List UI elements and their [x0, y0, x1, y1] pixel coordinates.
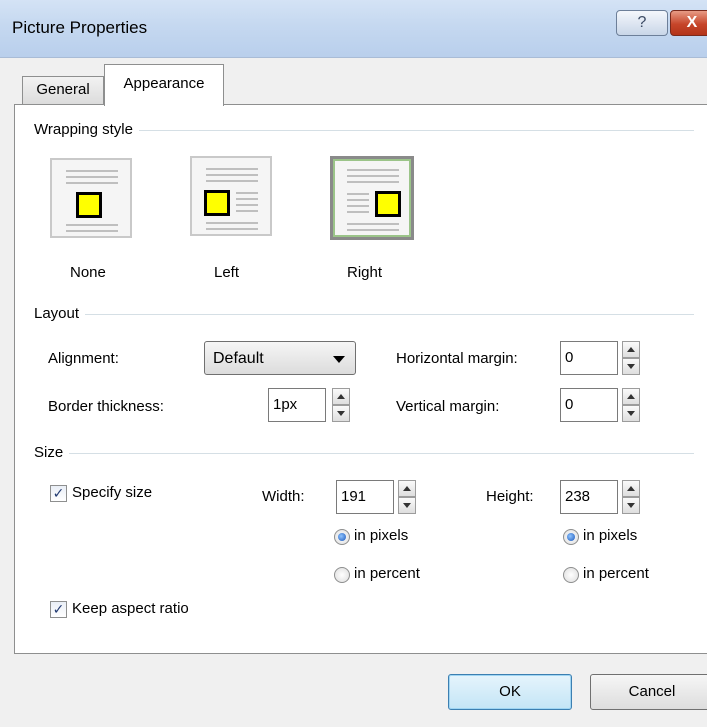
- wrap-right-label: Right: [347, 264, 383, 281]
- width-label: Width:: [262, 488, 305, 505]
- width-in-percent-radio[interactable]: [334, 567, 350, 583]
- horizontal-margin-label: Horizontal margin:: [396, 350, 518, 367]
- horizontal-margin-spinner[interactable]: [622, 341, 640, 375]
- height-in-percent-label: in percent: [583, 565, 649, 582]
- picture-icon: [375, 191, 401, 217]
- spin-up-icon[interactable]: [332, 388, 350, 405]
- title-bar: Picture Properties ? X: [0, 0, 707, 58]
- help-icon: ?: [637, 14, 647, 31]
- height-input[interactable]: 238: [560, 480, 618, 514]
- wrap-left-option[interactable]: [190, 156, 272, 236]
- layout-divider: [34, 314, 694, 315]
- vertical-margin-input[interactable]: 0: [560, 388, 618, 422]
- horizontal-margin-input[interactable]: 0: [560, 341, 618, 375]
- tab-general[interactable]: General: [22, 76, 104, 104]
- spin-down-icon[interactable]: [398, 497, 416, 514]
- wrap-left-label: Left: [214, 264, 240, 281]
- specify-size-label: Specify size: [72, 484, 153, 501]
- height-in-percent-radio[interactable]: [563, 567, 579, 583]
- height-label: Height:: [486, 488, 534, 505]
- help-button[interactable]: ?: [616, 10, 668, 36]
- vertical-margin-spinner[interactable]: [622, 388, 640, 422]
- vertical-margin-label: Vertical margin:: [396, 398, 500, 415]
- height-in-pixels-label: in pixels: [583, 527, 638, 544]
- picture-icon: [76, 192, 102, 218]
- spin-up-icon[interactable]: [398, 480, 416, 497]
- width-input[interactable]: 191: [336, 480, 394, 514]
- spin-down-icon[interactable]: [622, 497, 640, 514]
- border-thickness-label: Border thickness:: [48, 398, 164, 415]
- spin-down-icon[interactable]: [622, 405, 640, 422]
- width-in-pixels-radio[interactable]: [334, 529, 350, 545]
- size-divider: [34, 453, 694, 454]
- width-spinner[interactable]: [398, 480, 416, 514]
- ok-button[interactable]: OK: [448, 674, 572, 710]
- border-thickness-input[interactable]: 1px: [268, 388, 326, 422]
- layout-header: Layout: [34, 305, 86, 322]
- specify-size-checkbox[interactable]: ✓: [50, 485, 67, 502]
- wrapping-style-header: Wrapping style: [34, 121, 139, 138]
- alignment-label: Alignment:: [48, 350, 119, 367]
- keep-aspect-ratio-label: Keep aspect ratio: [72, 600, 189, 617]
- wrap-right-option[interactable]: [330, 156, 414, 240]
- chevron-down-icon: [333, 356, 345, 363]
- window-title: Picture Properties: [12, 18, 148, 37]
- size-header: Size: [34, 444, 70, 461]
- spin-down-icon[interactable]: [332, 405, 350, 422]
- spin-up-icon[interactable]: [622, 480, 640, 497]
- spin-up-icon[interactable]: [622, 388, 640, 405]
- wrap-none-option[interactable]: [50, 158, 132, 238]
- width-in-percent-label: in percent: [354, 565, 420, 582]
- border-thickness-spinner[interactable]: [332, 388, 350, 422]
- height-spinner[interactable]: [622, 480, 640, 514]
- alignment-select[interactable]: Default: [204, 341, 356, 375]
- keep-aspect-ratio-checkbox[interactable]: ✓: [50, 601, 67, 618]
- spin-down-icon[interactable]: [622, 358, 640, 375]
- tab-appearance[interactable]: Appearance: [104, 64, 224, 106]
- width-in-pixels-label: in pixels: [354, 527, 409, 544]
- height-in-pixels-radio[interactable]: [563, 529, 579, 545]
- picture-icon: [204, 190, 230, 216]
- close-button[interactable]: X: [670, 10, 707, 36]
- close-icon: X: [686, 14, 698, 31]
- cancel-button[interactable]: Cancel: [590, 674, 707, 710]
- wrap-none-label: None: [70, 264, 106, 281]
- alignment-value: Default: [213, 350, 264, 367]
- spin-up-icon[interactable]: [622, 341, 640, 358]
